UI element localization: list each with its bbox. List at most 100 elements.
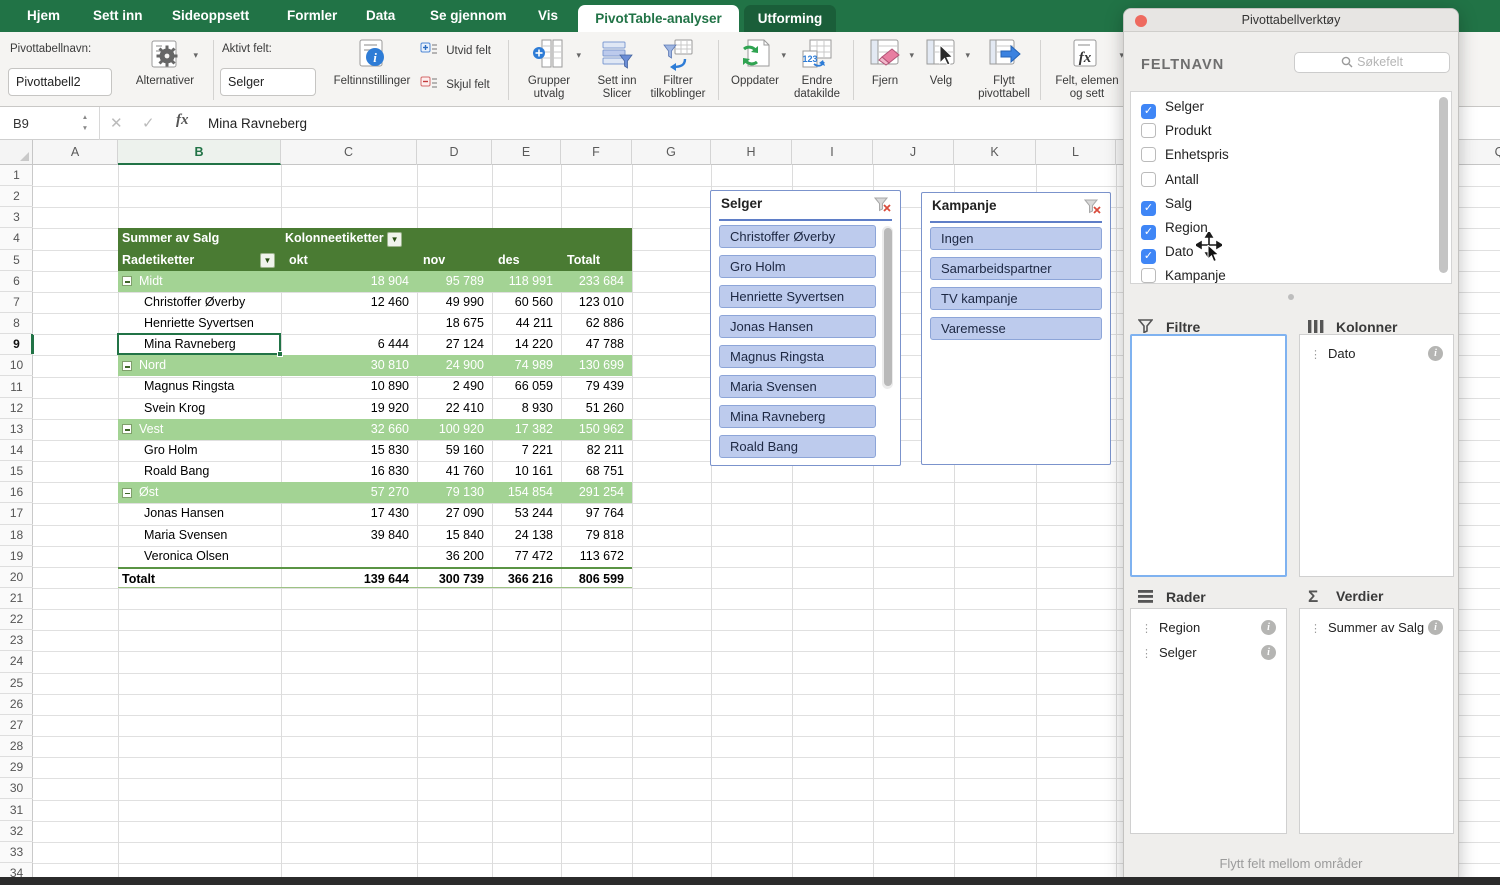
column-header-A[interactable]: A: [33, 140, 118, 165]
move-pivottable-button[interactable]: Flytt pivottabell: [972, 32, 1036, 107]
row-header-10[interactable]: 10: [0, 355, 33, 377]
group-selection-button[interactable]: ▾ Grupper utvalg: [517, 32, 581, 107]
pivot-detail-row-label[interactable]: Henriette Syvertsen: [118, 313, 281, 334]
row-header-5[interactable]: 5: [0, 250, 33, 271]
checkbox-checked[interactable]: ✓: [1141, 249, 1156, 265]
pivot-value-cell[interactable]: 10 161: [492, 461, 561, 482]
row-header-4[interactable]: 4: [0, 228, 33, 250]
row-header-8[interactable]: 8: [0, 313, 33, 335]
pivot-value-cell[interactable]: 366 216: [492, 569, 561, 587]
checkbox-checked[interactable]: ✓: [1141, 104, 1156, 119]
checkbox-unchecked[interactable]: [1141, 123, 1156, 139]
pivot-value-cell[interactable]: 44 211: [492, 313, 561, 334]
column-header-Q[interactable]: Q: [1458, 140, 1500, 165]
row-header-17[interactable]: 17: [0, 503, 33, 525]
slicer-item[interactable]: Maria Svensen: [719, 375, 876, 398]
collapse-button[interactable]: [122, 487, 132, 498]
menu-tab-vis[interactable]: Vis: [538, 0, 560, 32]
area-field-chip-dato[interactable]: ⋮ Dato i: [1310, 341, 1445, 366]
collapse-field-button[interactable]: Skjul felt: [420, 76, 508, 92]
row-header-31[interactable]: 31: [0, 800, 33, 821]
pivot-value-cell[interactable]: 24 138: [492, 525, 561, 546]
row-header-30[interactable]: 30: [0, 778, 33, 800]
row-header-12[interactable]: 12: [0, 398, 33, 419]
column-header-H[interactable]: H: [711, 140, 792, 165]
pivot-value-cell[interactable]: 18 675: [417, 313, 492, 334]
field-item-selger[interactable]: ✓ Selger: [1141, 95, 1204, 119]
slicer-item[interactable]: Ingen: [930, 227, 1102, 250]
pivot-value-cell[interactable]: 68 751: [561, 461, 632, 482]
row-header-28[interactable]: 28: [0, 736, 33, 758]
info-icon[interactable]: i: [1261, 645, 1276, 660]
row-header-13[interactable]: 13: [0, 419, 33, 440]
field-settings-button[interactable]: i Feltinnstillinger: [322, 32, 422, 107]
column-header-E[interactable]: E: [492, 140, 561, 165]
pivot-value-cell[interactable]: [281, 546, 417, 567]
pivot-value-cell[interactable]: 300 739: [417, 569, 492, 587]
pivot-group-row-label[interactable]: Øst: [118, 482, 281, 504]
pivot-value-cell[interactable]: 15 830: [281, 440, 417, 461]
pivot-detail-row-label[interactable]: Roald Bang: [118, 461, 281, 482]
menu-tab-pivottable-analyser[interactable]: PivotTable-analyser: [578, 5, 739, 32]
pivot-value-cell[interactable]: 154 854: [492, 482, 561, 504]
collapse-button[interactable]: [122, 424, 132, 435]
row-header-20[interactable]: 20: [0, 567, 33, 588]
checkbox-unchecked[interactable]: [1141, 171, 1156, 187]
clear-filter-icon[interactable]: [1083, 199, 1102, 215]
pivot-detail-row-label[interactable]: Veronica Olsen: [118, 546, 281, 567]
confirm-entry-icon[interactable]: ✓: [142, 114, 155, 132]
pivot-value-cell[interactable]: 113 672: [561, 546, 632, 567]
row-header-26[interactable]: 26: [0, 694, 33, 715]
pivot-group-row-label[interactable]: Nord: [118, 355, 281, 377]
column-header-J[interactable]: J: [873, 140, 954, 165]
pivot-group-row-label[interactable]: Vest: [118, 418, 281, 440]
insert-function-icon[interactable]: fx: [176, 112, 189, 129]
row-header-21[interactable]: 21: [0, 588, 33, 610]
active-cell-selection[interactable]: [117, 333, 283, 358]
slicer-item[interactable]: Varemesse: [930, 317, 1102, 340]
pivot-value-cell[interactable]: 8 930: [492, 398, 561, 419]
pivot-value-cell[interactable]: 74 989: [492, 355, 561, 377]
pivot-detail-row-label[interactable]: Gro Holm: [118, 440, 281, 461]
menu-tab-utforming[interactable]: Utforming: [744, 5, 836, 32]
name-box-stepper[interactable]: ▲ ▼: [80, 112, 90, 134]
column-header-B[interactable]: B: [118, 140, 281, 165]
pivot-value-cell[interactable]: 27 090: [417, 503, 492, 524]
checkbox-checked[interactable]: ✓: [1141, 200, 1156, 216]
options-button[interactable]: ▾ Alternativer: [132, 32, 198, 107]
column-header-C[interactable]: C: [281, 140, 417, 165]
field-item-enhetspris[interactable]: Enhetspris: [1141, 143, 1229, 167]
pivot-value-cell[interactable]: 30 810: [281, 355, 417, 377]
row-header-33[interactable]: 33: [0, 842, 33, 863]
field-item-antall[interactable]: Antall: [1141, 168, 1199, 192]
pivot-value-cell[interactable]: 6 444: [281, 334, 417, 355]
pivot-value-cell[interactable]: 150 962: [561, 418, 632, 440]
refresh-button[interactable]: ▾ Oppdater: [726, 32, 786, 107]
row-header-1[interactable]: 1: [0, 165, 33, 187]
field-list-scrollbar[interactable]: [1439, 97, 1448, 273]
select-all-corner[interactable]: [0, 140, 33, 165]
area-field-chip-region[interactable]: ⋮ Region i: [1141, 615, 1278, 640]
pivot-name-input[interactable]: Pivottabell2: [8, 68, 112, 96]
row-header-25[interactable]: 25: [0, 673, 33, 694]
row-header-22[interactable]: 22: [0, 609, 33, 631]
column-labels-filter-dropdown[interactable]: ▼: [387, 231, 403, 247]
pivot-value-cell[interactable]: 7 221: [492, 440, 561, 461]
slicer-selger[interactable]: Selger Christoffer Øverby Gro Holm Henriett…: [710, 190, 901, 466]
pivot-value-cell[interactable]: 49 990: [417, 292, 492, 313]
pivot-value-cell[interactable]: 41 760: [417, 461, 492, 482]
select-button[interactable]: ▾ Velg: [916, 32, 970, 107]
slicer-item[interactable]: Jonas Hansen: [719, 315, 876, 338]
info-icon[interactable]: i: [1428, 620, 1443, 635]
slicer-item[interactable]: Gro Holm: [719, 255, 876, 278]
row-header-23[interactable]: 23: [0, 630, 33, 652]
column-header-I[interactable]: I: [792, 140, 873, 165]
pane-title-bar[interactable]: Pivottabellverktøy: [1124, 9, 1458, 32]
filters-dropzone[interactable]: [1130, 334, 1287, 577]
values-dropzone[interactable]: ⋮ Summer av Salg i: [1299, 608, 1454, 834]
clear-button[interactable]: ▾ Fjern: [860, 32, 914, 107]
slicer-item[interactable]: Roald Bang: [719, 435, 876, 458]
area-field-chip-summer-av-salg[interactable]: ⋮ Summer av Salg i: [1310, 615, 1445, 640]
menu-tab-sideoppsett[interactable]: Sideoppsett: [172, 0, 258, 32]
pivot-value-cell[interactable]: 60 560: [492, 292, 561, 313]
